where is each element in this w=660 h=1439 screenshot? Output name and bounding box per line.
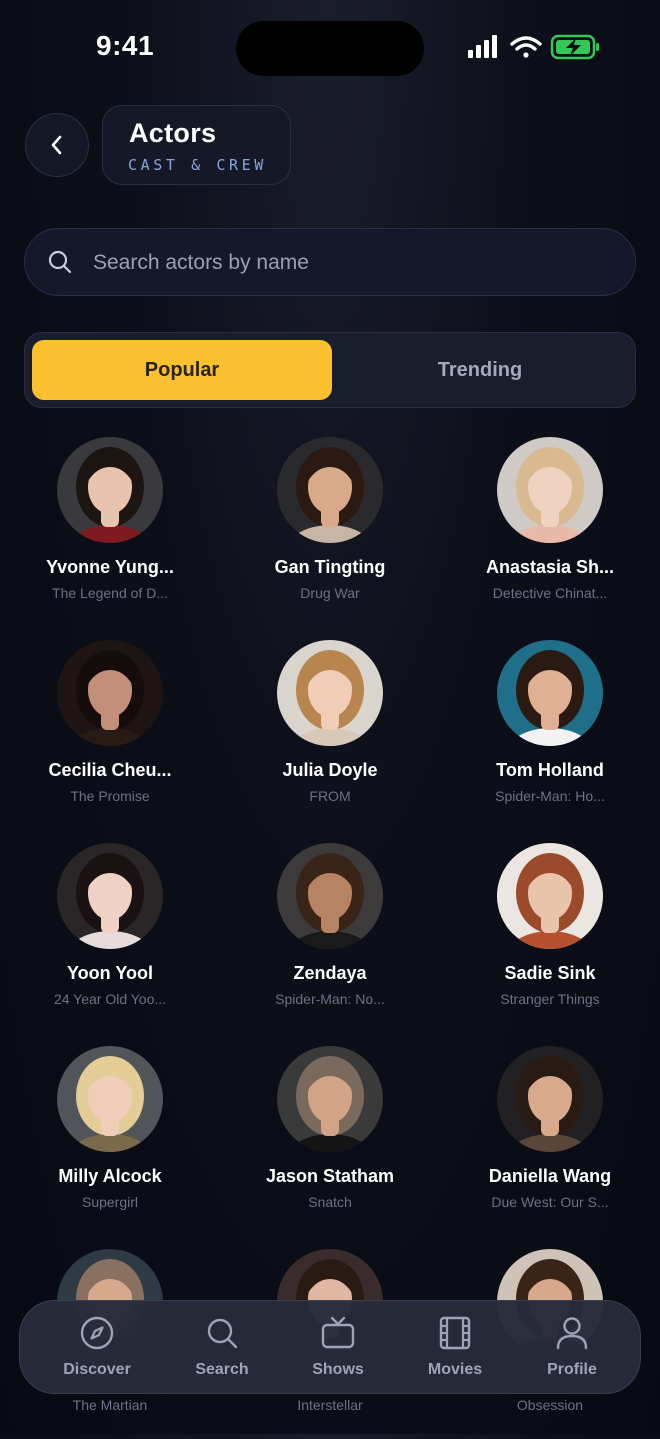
user-icon [556, 1317, 588, 1350]
actor-known-for: Interstellar [297, 1397, 363, 1413]
actor-known-for: The Martian [72, 1397, 148, 1413]
actor-name: Sadie Sink [504, 963, 596, 983]
page-header: Actors CAST & CREW [102, 105, 291, 185]
status-bar: 9:41 [0, 0, 660, 96]
actor-name: Cecilia Cheu... [48, 760, 172, 780]
search-input[interactable] [91, 241, 615, 285]
nav-label: Search [195, 1361, 249, 1378]
actor-card[interactable]: Jason Statham Snatch [220, 1046, 440, 1236]
tv-icon [321, 1316, 355, 1349]
actor-known-for: Stranger Things [500, 991, 600, 1007]
chevron-left-icon [51, 135, 62, 155]
page-subtitle: CAST & CREW [128, 156, 267, 174]
search-icon [48, 250, 72, 274]
search-icon [207, 1318, 238, 1349]
back-button[interactable] [25, 113, 89, 177]
actor-photo [57, 640, 163, 746]
actor-known-for: Drug War [300, 585, 360, 601]
actor-name: Yvonne Yung... [46, 557, 174, 577]
actor-known-for: FROM [309, 788, 351, 804]
dynamic-island [236, 21, 424, 76]
nav-shows[interactable]: Shows [283, 1313, 393, 1383]
bottom-navigation: Discover Search Shows Movies Profile [19, 1300, 641, 1394]
actor-card[interactable]: Sadie Sink Stranger Things [440, 843, 660, 1033]
actor-known-for: 24 Year Old Yoo... [53, 991, 167, 1007]
actor-photo [497, 437, 603, 543]
actor-name: Zendaya [293, 963, 367, 983]
actor-name: Anastasia Sh... [485, 557, 615, 577]
actor-known-for: Snatch [308, 1194, 352, 1210]
actor-card[interactable]: Gan Tingting Drug War [220, 437, 440, 627]
actor-photo [57, 1046, 163, 1152]
actor-card[interactable]: Daniella Wang Due West: Our S... [440, 1046, 660, 1236]
segmented-tabs: Popular Trending [24, 332, 636, 408]
nav-discover[interactable]: Discover [42, 1313, 152, 1383]
signal-icon [468, 35, 497, 58]
actor-known-for: The Legend of D... [52, 585, 168, 601]
search-bar[interactable] [24, 228, 636, 296]
nav-search[interactable]: Search [167, 1313, 277, 1383]
actor-known-for: Obsession [516, 1397, 584, 1413]
actor-card[interactable]: Tom Holland Spider-Man: Ho... [440, 640, 660, 830]
actor-card[interactable]: Cecilia Cheu... The Promise [0, 640, 220, 830]
actor-card[interactable]: Zendaya Spider-Man: No... [220, 843, 440, 1033]
nav-label: Profile [547, 1361, 597, 1378]
actor-photo [277, 437, 383, 543]
actor-card[interactable]: Milly Alcock Supergirl [0, 1046, 220, 1236]
nav-label: Movies [427, 1361, 483, 1378]
nav-label: Shows [312, 1361, 364, 1378]
actor-card[interactable]: Yvonne Yung... The Legend of D... [0, 437, 220, 627]
actor-photo [277, 843, 383, 949]
actor-card[interactable]: Anastasia Sh... Detective Chinat... [440, 437, 660, 627]
actor-name: Jason Statham [265, 1166, 395, 1186]
actor-photo [497, 843, 603, 949]
actor-known-for: Detective Chinat... [492, 585, 608, 601]
actor-name: Tom Holland [496, 760, 604, 780]
nav-movies[interactable]: Movies [400, 1313, 510, 1383]
film-icon [439, 1316, 471, 1350]
compass-icon [80, 1316, 114, 1350]
actor-photo [277, 1046, 383, 1152]
status-time: 9:41 [96, 30, 155, 61]
actor-name: Yoon Yool [67, 963, 153, 983]
actor-photo [57, 437, 163, 543]
tab-trending[interactable]: Trending [332, 340, 628, 400]
actor-known-for: Spider-Man: No... [275, 991, 385, 1007]
actor-card[interactable]: Julia Doyle FROM [220, 640, 440, 830]
actor-known-for: Due West: Our S... [491, 1194, 609, 1210]
actor-name: Gan Tingting [274, 557, 386, 577]
actor-photo [277, 640, 383, 746]
actor-known-for: Supergirl [81, 1194, 139, 1210]
page-title: Actors [129, 118, 217, 148]
nav-profile[interactable]: Profile [517, 1313, 627, 1383]
nav-label: Discover [63, 1361, 131, 1378]
actor-name: Daniella Wang [488, 1166, 612, 1186]
actor-grid: Yvonne Yung... The Legend of D... Gan Ting… [0, 437, 660, 1437]
actor-name: Milly Alcock [58, 1166, 162, 1186]
actor-photo [497, 640, 603, 746]
actor-known-for: Spider-Man: Ho... [495, 788, 605, 804]
tab-popular[interactable]: Popular [32, 340, 332, 400]
actor-name: Julia Doyle [282, 760, 378, 780]
actor-photo [497, 1046, 603, 1152]
actor-photo [57, 843, 163, 949]
system-icons [466, 34, 606, 62]
wifi-icon [510, 36, 542, 58]
actor-known-for: The Promise [70, 788, 150, 804]
actor-card[interactable]: Yoon Yool 24 Year Old Yoo... [0, 843, 220, 1033]
battery-charging-icon [550, 34, 599, 60]
